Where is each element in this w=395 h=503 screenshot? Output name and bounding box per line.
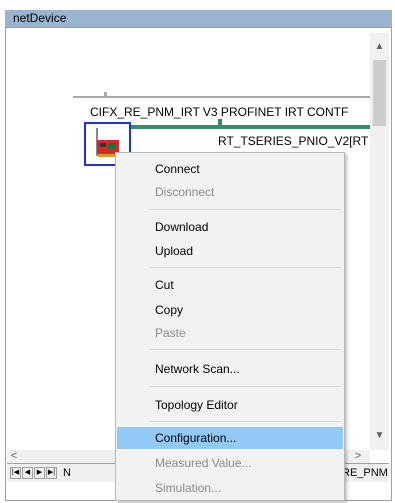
menu-item-paste[interactable]: Paste [117, 322, 343, 344]
master-device-label: CIFX_RE_PNM_IRT V3 PROFINET IRT CONTF [90, 105, 349, 119]
menu-separator [149, 386, 341, 387]
slave-bus-connector [218, 119, 222, 127]
menu-item-disconnect[interactable]: Disconnect [117, 181, 343, 203]
master-bus-line [73, 96, 373, 98]
menu-item-topology-editor[interactable]: Topology Editor [117, 394, 343, 416]
vertical-scroll-thumb[interactable] [373, 60, 386, 126]
context-menu: Connect Disconnect Download Upload Cut C… [115, 152, 345, 501]
menu-item-simulation[interactable]: Simulation... [117, 477, 343, 499]
menu-item-copy[interactable]: Copy [117, 299, 343, 321]
nav-first-icon[interactable]: |◀ [10, 467, 21, 479]
nav-prev-icon[interactable]: ◀ [22, 467, 33, 479]
menu-item-network-scan[interactable]: Network Scan... [117, 358, 343, 380]
profinet-bus-line [128, 125, 373, 129]
master-bus-connector [104, 92, 107, 98]
menu-separator [149, 421, 341, 422]
tab-device[interactable]: RE_PNM [342, 465, 389, 481]
nav-next-icon[interactable]: ▶ [34, 467, 45, 479]
window-title: netDevice [5, 10, 392, 27]
menu-item-download[interactable]: Download [117, 216, 343, 238]
menu-item-upload[interactable]: Upload [117, 240, 343, 262]
tab-network[interactable]: N [63, 465, 71, 481]
menu-item-cut[interactable]: Cut [117, 274, 343, 296]
menu-item-connect[interactable]: Connect [117, 158, 343, 180]
nav-last-icon[interactable]: ▶| [46, 467, 57, 479]
scroll-right-icon[interactable]: > [351, 450, 365, 463]
menu-item-measured-value[interactable]: Measured Value... [117, 452, 343, 474]
scroll-up-icon[interactable]: ▲ [370, 38, 389, 55]
menu-separator [149, 349, 341, 350]
menu-separator [149, 209, 341, 210]
menu-item-configuration[interactable]: Configuration... [117, 427, 343, 449]
menu-separator [149, 267, 341, 268]
scroll-left-icon[interactable]: < [7, 450, 21, 463]
slave-device-label: RT_TSERIES_PNIO_V2[RT [218, 134, 369, 148]
scroll-down-icon[interactable]: ▼ [370, 427, 389, 444]
vertical-scrollbar[interactable]: ▲ ▼ [370, 33, 389, 450]
